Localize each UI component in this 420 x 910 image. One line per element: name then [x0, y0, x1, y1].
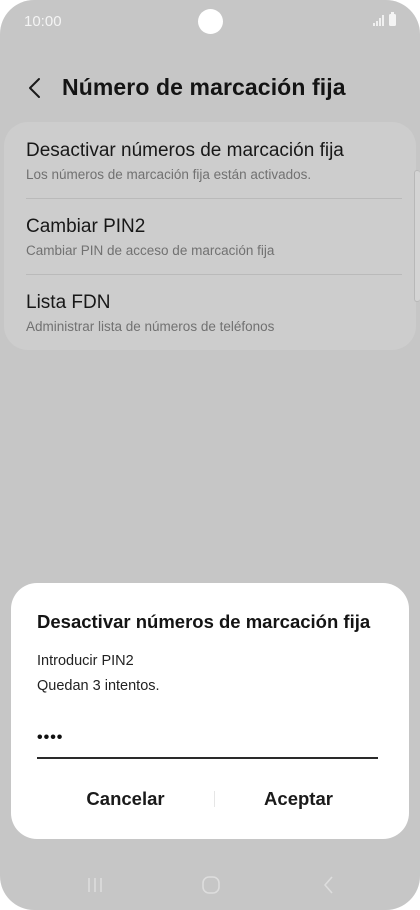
- setting-item-subtitle: Cambiar PIN de acceso de marcación fija: [26, 243, 275, 258]
- setting-item-change-pin2[interactable]: Cambiar PIN2 Cambiar PIN de acceso de ma…: [26, 198, 402, 274]
- camera-cutout: [198, 9, 223, 34]
- setting-item-title: Desactivar números de marcación fija: [26, 140, 344, 161]
- setting-item-fdn-list[interactable]: Lista FDN Administrar lista de números d…: [26, 274, 402, 350]
- page-title: Número de marcación fija: [62, 74, 346, 100]
- dialog-title: Desactivar números de marcación fija: [37, 611, 371, 632]
- battery-icon: [389, 12, 396, 26]
- home-button[interactable]: [197, 872, 225, 898]
- navigation-bar: [0, 860, 420, 910]
- dialog-attempts: Quedan 3 intentos.: [37, 678, 160, 694]
- phone-screen: 10:00 Número de marcación fija Desactiva…: [0, 0, 420, 910]
- signal-icon: [373, 15, 384, 26]
- setting-item-subtitle: Administrar lista de números de teléfono…: [26, 319, 275, 334]
- accept-button[interactable]: Aceptar: [199, 779, 398, 819]
- dialog-instruction: Introducir PIN2: [37, 653, 134, 669]
- settings-card: Desactivar números de marcación fija Los…: [4, 122, 416, 350]
- scroll-indicator[interactable]: [414, 170, 420, 302]
- setting-item-subtitle: Los números de marcación fija están acti…: [26, 167, 312, 182]
- nav-back-button[interactable]: [315, 872, 343, 898]
- recent-apps-button[interactable]: [81, 872, 109, 898]
- pin2-input[interactable]: [37, 723, 378, 759]
- dialog-buttons: Cancelar Aceptar: [11, 779, 409, 819]
- home-icon: [202, 876, 220, 894]
- back-button[interactable]: [20, 72, 52, 104]
- setting-item-title: Lista FDN: [26, 292, 111, 313]
- setting-item-title: Cambiar PIN2: [26, 216, 146, 237]
- chevron-left-icon: [29, 78, 40, 98]
- pin-dialog: Desactivar números de marcación fija Int…: [11, 583, 409, 839]
- cancel-button[interactable]: Cancelar: [26, 779, 225, 819]
- nav-back-icon: [324, 876, 333, 894]
- status-icons: [373, 12, 396, 26]
- recent-apps-icon: [88, 878, 102, 892]
- status-time: 10:00: [24, 13, 62, 30]
- status-bar: 10:00: [0, 0, 420, 44]
- setting-item-disable-fdn[interactable]: Desactivar números de marcación fija Los…: [26, 122, 402, 198]
- app-header: Número de marcación fija: [0, 66, 420, 110]
